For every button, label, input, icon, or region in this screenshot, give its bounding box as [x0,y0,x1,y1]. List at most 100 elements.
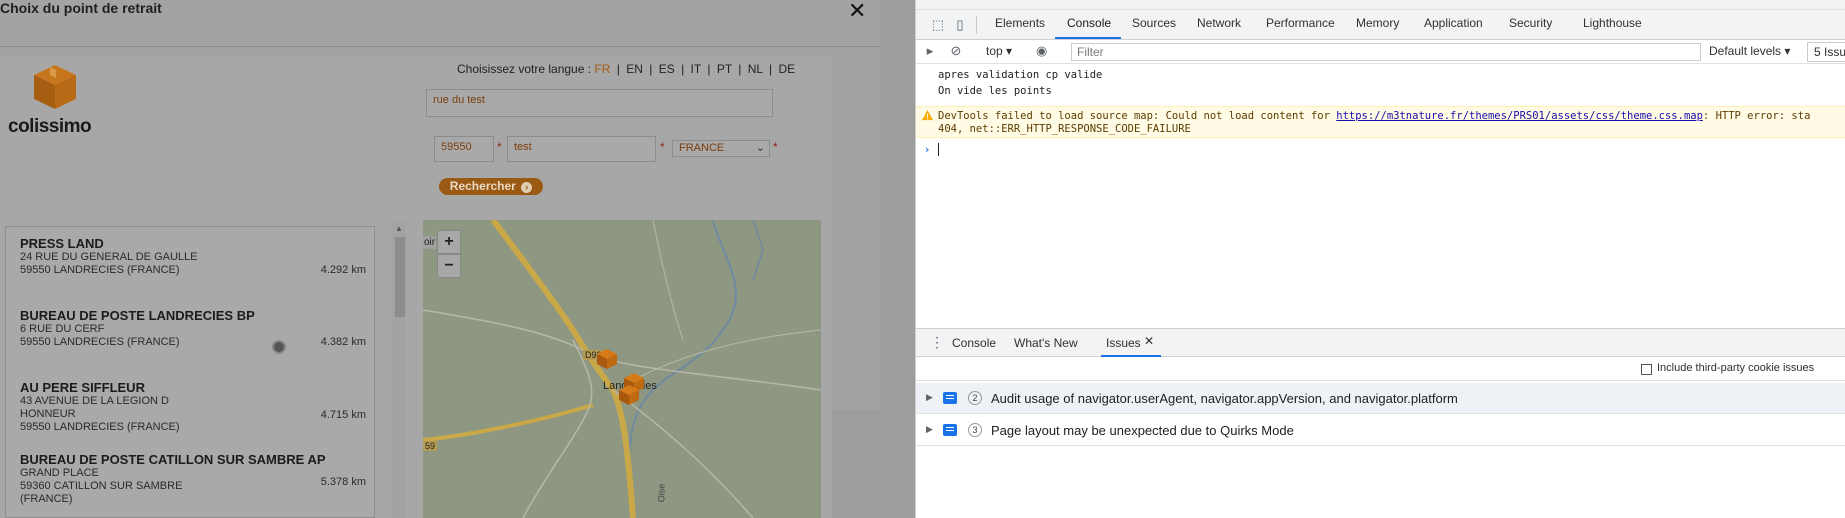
modal-title: Choix du point de retrait [0,0,162,16]
lang-es[interactable]: ES [659,62,675,76]
issues-count-button[interactable]: 5 Issues [1807,42,1845,62]
search-button-label: Rechercher [449,179,516,193]
expand-arrow-icon[interactable]: ▶ [926,424,933,435]
tab-application[interactable]: Application [1424,16,1483,30]
page-backdrop: Choix du point de retrait ✕ colissimo Ch… [0,0,915,518]
map-zoom-out-button[interactable]: − [437,254,461,278]
issue-count-badge: 2 [968,391,982,405]
pickup-point-list[interactable]: PRESS LAND 24 RUE DU GENERAL DE GAULLE 5… [5,226,375,518]
pickup-point-item[interactable]: BUREAU DE POSTE LANDRECIES BP 6 RUE DU C… [20,308,366,364]
pickup-point-item[interactable]: BUREAU DE POSTE CATILLON SUR SAMBRE AP G… [20,452,366,518]
city-input[interactable]: test [507,136,656,162]
map-marker-icon[interactable] [596,348,618,370]
lang-it[interactable]: IT [691,62,701,76]
pickup-point-item[interactable]: PRESS LAND 24 RUE DU GENERAL DE GAULLE 5… [20,236,366,292]
drawer-menu-icon[interactable]: ⋮ [930,334,944,351]
pickup-point-address: 59550 LANDRECIES (FRANCE) [20,336,180,348]
map-canvas [423,220,821,518]
third-party-cookie-label: Include third-party cookie issues [1657,362,1815,374]
map-road-label: 59 [423,441,438,451]
drawer-tab-console[interactable]: Console [952,336,996,350]
issue-title: Page layout may be unexpected due to Qui… [991,423,1294,438]
tab-security[interactable]: Security [1509,16,1552,30]
drawer-tab-issues[interactable]: Issues [1106,336,1141,350]
clock-icon [272,340,286,354]
scrollbar-thumb[interactable] [395,237,405,317]
postal-code-input[interactable]: 59550 [434,136,494,162]
pickup-point-address: 59550 LANDRECIES (FRANCE) [20,421,180,433]
console-prompt-icon: › [924,144,931,156]
drawer-tab-bar: ⋮ Console What's New Issues ✕ [916,328,1845,357]
pickup-point-address: 43 AVENUE DE LA LEGION D [20,395,169,407]
map-view[interactable]: oir + − D934 59 Landrecies Oise [423,220,821,518]
pickup-point-address: 59360 CATILLON SUR SAMBRE [20,480,183,492]
context-select[interactable]: top ▾ [986,44,1012,58]
colissimo-logo-text: colissimo [8,116,92,137]
lang-en[interactable]: EN [626,62,643,76]
inspect-element-icon[interactable]: ⬚ [930,17,946,33]
console-log-line: apres validation cp valide [938,69,1103,81]
pickup-point-item[interactable]: AU PERE SIFFLEUR 43 AVENUE DE LA LEGION … [20,380,366,450]
drawer-tab-close-icon[interactable]: ✕ [1144,334,1154,348]
clear-console-icon[interactable]: ⊘ [948,43,964,59]
tab-performance[interactable]: Performance [1266,16,1335,30]
device-toolbar-icon[interactable]: ▯ [952,17,968,33]
modal-close-button[interactable]: ✕ [848,0,866,24]
console-filter-input[interactable]: Filter [1071,43,1701,61]
map-label-partial: oir [423,236,437,249]
source-map-link[interactable]: https://m3tnature.fr/themes/PRS01/assets… [1336,110,1703,122]
lang-separator: | [649,62,653,76]
console-output[interactable]: apres validation cp valide On vide les p… [916,64,1845,328]
map-river-label: Oise [656,483,667,503]
sidebar-toggle-icon[interactable]: ▸ [922,43,938,59]
log-levels-select[interactable]: Default levels ▾ [1709,44,1790,58]
pickup-point-distance: 4.715 km [320,409,366,421]
pickup-point-distance: 4.292 km [320,264,366,276]
tab-console[interactable]: Console [1067,16,1111,30]
lang-fr[interactable]: FR [594,62,610,76]
issue-row[interactable]: ▶ 2 Audit usage of navigator.userAgent, … [916,383,1845,414]
tab-elements[interactable]: Elements [995,16,1045,30]
search-button[interactable]: Rechercher › [439,178,543,195]
toolbar-divider [976,16,977,34]
expand-arrow-icon[interactable]: ▶ [926,392,933,403]
pickup-point-name: BUREAU DE POSTE CATILLON SUR SAMBRE AP [20,452,326,467]
devtools-tab-bar: ⬚ ▯ Elements Console Sources Network Per… [916,10,1845,40]
issue-message-icon [943,424,957,436]
lang-separator: | [616,62,620,76]
language-selector: Choisissez votre langue : FR | EN | ES |… [457,62,795,76]
pickup-point-address: 6 RUE DU CERF [20,323,105,335]
required-mark: * [773,140,778,154]
lang-de[interactable]: DE [778,62,795,76]
tab-lighthouse[interactable]: Lighthouse [1583,16,1642,30]
pickup-point-name: AU PERE SIFFLEUR [20,380,145,395]
required-mark: * [660,140,665,154]
console-log-line: On vide les points [938,85,1052,97]
map-zoom-in-button[interactable]: + [437,230,461,254]
third-party-cookie-checkbox[interactable] [1641,364,1652,375]
scroll-up-arrow-icon[interactable]: ▲ [395,224,403,233]
console-input-caret[interactable] [938,143,939,156]
warning-icon [922,110,933,121]
tab-network[interactable]: Network [1197,16,1241,30]
list-scrollbar[interactable]: ▲ [392,222,406,518]
issues-options-bar: Include third-party cookie issues [916,357,1845,381]
tab-memory[interactable]: Memory [1356,16,1399,30]
devtools-panel: ⬚ ▯ Elements Console Sources Network Per… [915,0,1845,518]
eye-icon[interactable]: ◉ [1036,43,1047,59]
pickup-point-address: (FRANCE) [20,493,73,505]
arrow-right-icon: › [521,182,533,193]
country-select[interactable]: FRANCE ⌄ [672,140,770,157]
pickup-point-address: GRAND PLACE [20,467,99,479]
active-tab-indicator [1055,37,1121,39]
warning-text-line2: 404, net::ERR_HTTP_RESPONSE_CODE_FAILURE [938,123,1191,135]
required-mark: * [497,140,502,154]
issue-title: Audit usage of navigator.userAgent, navi… [991,391,1458,406]
drawer-tab-whats-new[interactable]: What's New [1014,336,1078,350]
tab-sources[interactable]: Sources [1132,16,1176,30]
issue-row[interactable]: ▶ 3 Page layout may be unexpected due to… [916,415,1845,446]
lang-nl[interactable]: NL [748,62,763,76]
lang-pt[interactable]: PT [717,62,732,76]
map-marker-icon[interactable] [618,384,640,406]
street-input[interactable]: rue du test [426,89,773,117]
